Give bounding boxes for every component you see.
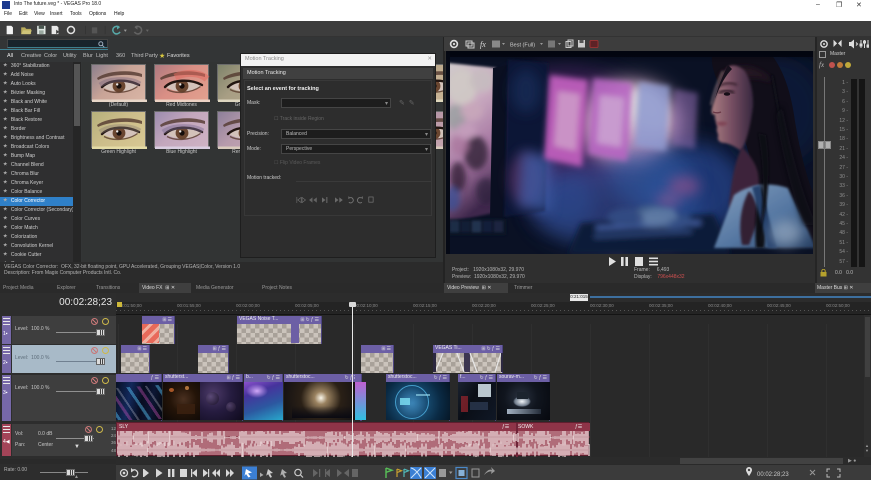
svg-text:00:02:28;23: 00:02:28;23 (757, 472, 789, 478)
svg-text:fx: fx (480, 40, 486, 49)
svg-text:Best (Full): Best (Full) (510, 43, 535, 49)
